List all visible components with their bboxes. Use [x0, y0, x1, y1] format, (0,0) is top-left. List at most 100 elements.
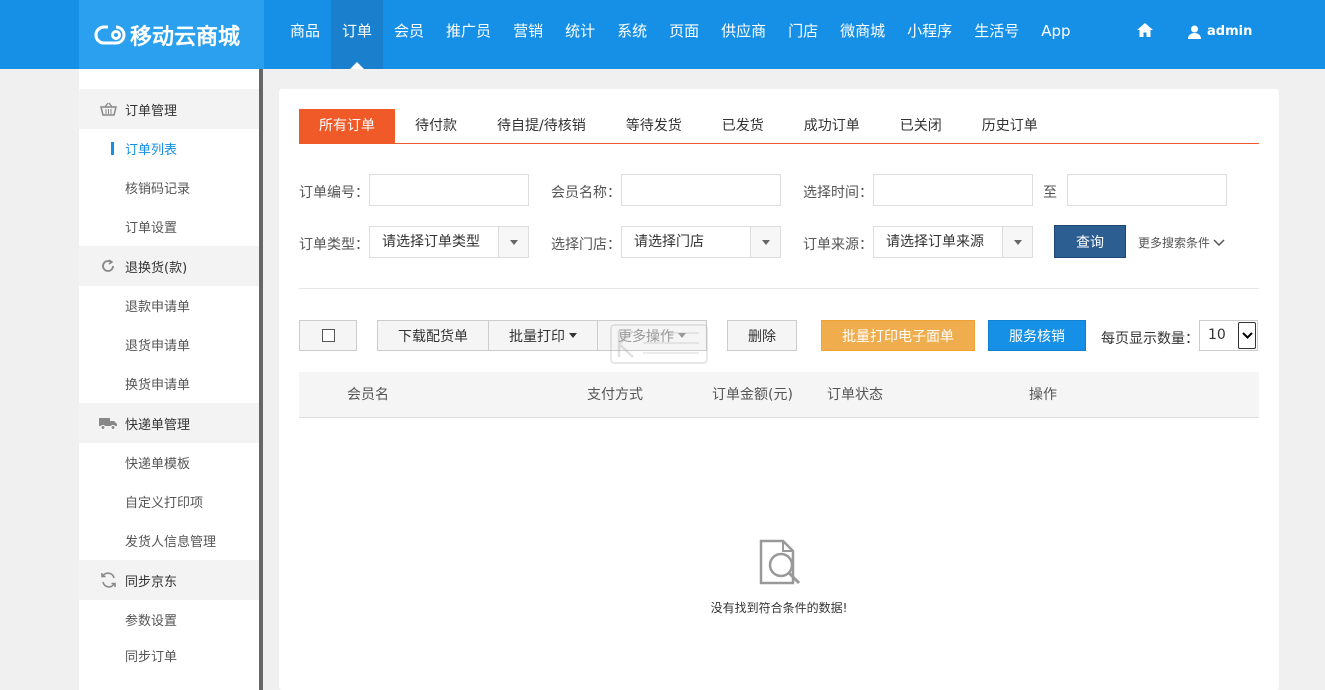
sidebar-item-parameter-settings[interactable]: 参数设置 — [79, 600, 259, 639]
nav-item-orders[interactable]: 订单 — [331, 0, 384, 69]
sidebar-item-order-list[interactable]: 订单列表 — [79, 129, 259, 168]
column-order-amount[interactable]: 订单金额(元) — [712, 372, 793, 418]
nav-item-marketing[interactable]: 营销 — [502, 0, 554, 69]
chevron-down-icon — [1238, 322, 1256, 349]
top-navbar: 移动云商城 商品 订单 会员 推广员 营销 统计 系统 页面 供应商 门店 微商… — [0, 0, 1325, 69]
nav-item-mini-program[interactable]: 小程序 — [896, 0, 963, 69]
order-no-input[interactable] — [369, 174, 529, 206]
more-search-toggle[interactable]: 更多搜索条件 — [1138, 234, 1225, 251]
time-to-label: 至 — [1043, 185, 1057, 201]
member-name-input[interactable] — [621, 174, 781, 206]
nav-item-suppliers[interactable]: 供应商 — [710, 0, 777, 69]
sidebar-item-return-requests[interactable]: 退货申请单 — [79, 325, 259, 364]
nav-item-promoters[interactable]: 推广员 — [435, 0, 502, 69]
more-search-label: 更多搜索条件 — [1138, 236, 1211, 250]
sidebar-item-refund-requests[interactable]: 退款申请单 — [79, 286, 259, 325]
tab-history[interactable]: 历史订单 — [962, 109, 1058, 143]
brand-logo[interactable]: 移动云商城 — [79, 0, 264, 69]
caret-down-icon — [750, 227, 780, 257]
per-page-label: 每页显示数量： — [1101, 331, 1199, 347]
sidebar-item-verify-code-records[interactable]: 核销码记录 — [79, 168, 259, 207]
nav-item-members[interactable]: 会员 — [383, 0, 435, 69]
nav-item-stores[interactable]: 门店 — [777, 0, 829, 69]
sidebar-group-returns[interactable]: 退换货(款) — [79, 246, 259, 286]
caret-down-icon — [569, 333, 577, 338]
nav-item-wechat-mall[interactable]: 微商城 — [829, 0, 896, 69]
sidebar-scrollbar[interactable] — [259, 69, 263, 690]
empty-message: 没有找到符合条件的数据! — [710, 601, 848, 615]
nav-item-system[interactable]: 系统 — [606, 0, 658, 69]
store-label: 选择门店： — [551, 237, 621, 253]
sidebar: 订单管理 订单列表 核销码记录 订单设置 退换货(款) 退款申请单 退货申请单 … — [79, 69, 259, 690]
order-list-panel: 所有订单 待付款 待自提/待核销 等待发货 已发货 成功订单 已关闭 历史订单 … — [279, 89, 1279, 690]
batch-print-button[interactable]: 批量打印 — [488, 320, 598, 351]
order-source-label: 订单来源： — [803, 237, 873, 253]
sidebar-item-exchange-requests[interactable]: 换货申请单 — [79, 364, 259, 403]
username: admin — [1207, 24, 1253, 39]
sidebar-item-express-templates[interactable]: 快递单模板 — [79, 443, 259, 482]
sidebar-group-label: 订单管理 — [125, 103, 178, 119]
order-type-select[interactable]: 请选择订单类型 — [369, 226, 529, 258]
sidebar-item-sync-orders[interactable]: 同步订单 — [79, 639, 259, 672]
column-order-status[interactable]: 订单状态 — [827, 372, 883, 418]
nav-item-pages[interactable]: 页面 — [658, 0, 710, 69]
select-all-button[interactable] — [299, 320, 357, 351]
order-source-value: 请选择订单来源 — [886, 234, 984, 250]
query-button[interactable]: 查询 — [1054, 225, 1126, 258]
sidebar-group-label: 快递单管理 — [125, 417, 191, 433]
sidebar-group-label: 同步京东 — [125, 574, 178, 590]
member-name-label: 会员名称： — [551, 185, 621, 201]
tab-shipped[interactable]: 已发货 — [702, 109, 784, 143]
sync-icon — [99, 572, 117, 588]
order-no-label: 订单编号： — [299, 185, 369, 201]
time-from-input[interactable] — [873, 174, 1033, 206]
main-nav: 商品 订单 会员 推广员 营销 统计 系统 页面 供应商 门店 微商城 小程序 … — [279, 0, 1082, 69]
tab-awaiting-shipment[interactable]: 等待发货 — [606, 109, 702, 143]
delete-button[interactable]: 删除 — [727, 320, 797, 351]
batch-print-label: 批量打印 — [509, 328, 565, 345]
nav-item-life-account[interactable]: 生活号 — [963, 0, 1030, 69]
home-icon[interactable] — [1136, 22, 1156, 42]
sidebar-group-label: 退换货(款) — [125, 260, 188, 276]
brand-name: 移动云商城 — [130, 24, 241, 50]
truck-icon — [99, 417, 117, 430]
store-value: 请选择门店 — [634, 234, 704, 250]
order-source-select[interactable]: 请选择订单来源 — [873, 226, 1033, 258]
logo-icon — [94, 25, 126, 44]
order-status-tabs: 所有订单 待付款 待自提/待核销 等待发货 已发货 成功订单 已关闭 历史订单 — [299, 109, 1259, 144]
column-payment-method[interactable]: 支付方式 — [587, 372, 643, 418]
order-type-value: 请选择订单类型 — [382, 234, 480, 250]
per-page-select[interactable]: 10 — [1199, 320, 1258, 351]
sidebar-item-order-settings[interactable]: 订单设置 — [79, 207, 259, 246]
column-actions[interactable]: 操作 — [1029, 372, 1057, 418]
nav-item-goods[interactable]: 商品 — [279, 0, 331, 69]
select-all-checkbox[interactable] — [321, 329, 335, 342]
service-verify-button[interactable]: 服务核销 — [988, 320, 1086, 351]
sidebar-item-custom-print-items[interactable]: 自定义打印项 — [79, 482, 259, 521]
refresh-icon — [99, 258, 117, 274]
caret-down-icon — [1002, 227, 1032, 257]
tab-pickup-verify[interactable]: 待自提/待核销 — [477, 109, 606, 143]
user-menu[interactable]: admin — [1188, 0, 1252, 64]
time-to-input[interactable] — [1067, 174, 1227, 206]
no-data-search-icon — [759, 539, 801, 585]
tab-all-orders[interactable]: 所有订单 — [299, 109, 395, 143]
tab-pending-payment[interactable]: 待付款 — [395, 109, 477, 143]
tab-closed[interactable]: 已关闭 — [880, 109, 962, 143]
basket-icon — [99, 102, 117, 116]
sidebar-group-order-management[interactable]: 订单管理 — [79, 89, 259, 129]
sidebar-item-sender-info[interactable]: 发货人信息管理 — [79, 521, 259, 560]
chevron-down-icon — [1213, 238, 1225, 246]
column-member-name[interactable]: 会员名 — [347, 372, 389, 418]
per-page-value: 10 — [1208, 327, 1226, 343]
sidebar-group-jd-sync[interactable]: 同步京东 — [79, 560, 259, 600]
nav-item-statistics[interactable]: 统计 — [554, 0, 606, 69]
order-type-label: 订单类型： — [299, 237, 369, 253]
tab-completed[interactable]: 成功订单 — [784, 109, 880, 143]
sidebar-group-express[interactable]: 快递单管理 — [79, 403, 259, 443]
download-picking-list-button[interactable]: 下载配货单 — [377, 320, 489, 351]
nav-item-app[interactable]: App — [1030, 0, 1081, 69]
batch-print-waybill-button[interactable]: 批量打印电子面单 — [821, 320, 975, 351]
store-select[interactable]: 请选择门店 — [621, 226, 781, 258]
filter-divider — [299, 288, 1259, 289]
